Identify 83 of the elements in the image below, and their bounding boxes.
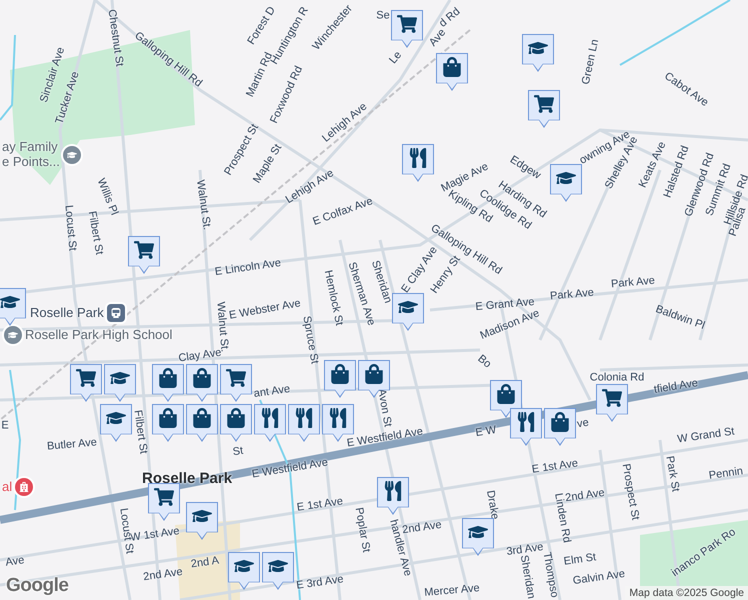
street-label: Prospect St [620,463,640,521]
street-label: Walnut St. [194,179,212,231]
street-label: St [232,446,244,458]
street-label: ve [576,418,590,430]
bag-icon [496,384,516,404]
street-label: 2nd Ave [142,566,184,584]
street-label: Spruce St [300,315,320,365]
fork-knife-icon [328,408,348,428]
place-label[interactable]: Roselle Park High School [25,328,172,342]
street-label: E [1,420,9,432]
bag-icon [550,412,570,432]
cart-icon [154,487,174,507]
place-label[interactable]: e Points... [2,154,60,170]
street-label: Filbert St [132,409,148,455]
bag-icon [158,408,178,428]
street-label: 2nd A [190,556,220,570]
street-label: Sheridan [518,554,536,600]
bag-icon [226,408,246,428]
street-label: E 3rd Ave [296,574,344,592]
street-label: Bo [475,353,493,371]
street-label: Mercer Ave [424,583,480,599]
hospital-icon [15,478,34,496]
street-label: 2nd Ave [564,488,606,504]
graduation-cap-icon [4,326,22,344]
street-label: Avon St [375,388,393,428]
street-label: E Westfield Ave [346,426,424,450]
street-label: W 1st Ave [130,526,180,544]
street-label: Thompso [540,551,560,599]
graduation-cap-icon [62,146,81,164]
street-label: Park Ave [550,288,594,302]
street-label: Green Ln [580,38,602,86]
street-label: Elm St [563,552,597,568]
street-label: Poplar St [352,506,372,554]
place-label[interactable]: al [2,480,12,494]
street-label: Chestnut St [106,8,124,68]
place-label[interactable]: ay Family [2,140,60,155]
street-label: E Westfield Ave [251,458,329,480]
bag-icon [158,368,178,388]
street-label: Hemlock St [322,269,344,327]
cart-icon [397,14,417,34]
street-label: Park Ave [610,276,656,290]
street-label: tfield Ave [653,378,699,396]
fork-knife-icon [516,412,536,432]
street-label: Filbert St [86,210,104,256]
street-label: E Lincoln Ave [214,258,282,278]
street-label: Ave [428,27,448,49]
fork-knife-icon [408,148,428,168]
street-label: E Colfax Ave [312,196,374,228]
street-label: Galvin Ave [572,568,626,588]
bag-icon [192,368,212,388]
street-label: Drake [484,490,500,520]
bag-icon [192,408,212,428]
street-label: Clay Ave [178,348,222,364]
street-label: Locust St [62,204,78,252]
cart-icon [76,368,96,388]
street-label: W Grand St [676,426,736,446]
fork-knife-icon [294,408,314,428]
street-label: E 1st Ave [531,458,579,476]
fork-knife-icon [383,481,403,501]
cart-icon [226,368,246,388]
google-logo: Google [6,575,68,597]
street-label: Le [388,50,404,66]
street-label: Butler Ave [46,437,98,453]
street-label: Se [376,10,390,22]
bag-icon [442,57,462,77]
street-label: d Rd [438,6,462,30]
cart-icon [602,388,622,408]
bag-icon [364,364,384,384]
street-label: E 1st Ave [296,496,344,514]
bag-icon [330,364,350,384]
street-label: Colonia Rd [590,372,644,384]
street-label: ant Ave [253,384,291,400]
street-label: Pennin [708,466,744,482]
fork-knife-icon [260,408,280,428]
street-label: E Webster Ave [228,298,302,322]
street-label: Sheridan [368,259,394,305]
cart-icon [134,240,154,260]
cart-icon [534,94,554,114]
train-icon [106,304,125,322]
place-label[interactable]: Roselle Park [30,306,104,320]
street-label: Park St [663,455,681,493]
street-label: E W [474,424,498,440]
street-label: Ave [4,555,26,569]
